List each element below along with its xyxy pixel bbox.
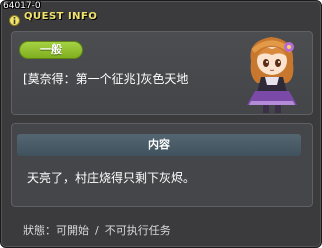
content-header: 内容: [17, 134, 301, 156]
status-separator: /: [95, 224, 99, 237]
quest-status: 狀態：可開始 / 不可执行任务: [23, 222, 171, 238]
info-icon: [9, 11, 20, 26]
npc-portrait: [237, 31, 307, 115]
quest-name: [莫奈得：第一个征兆]灰色天地: [23, 72, 189, 86]
quest-category-badge: 一般: [19, 41, 83, 59]
quest-description: 天亮了，村庄烧得只剩下灰烬。: [27, 171, 196, 185]
quest-id: 64017-0: [3, 1, 41, 11]
status-label: 狀態：: [23, 224, 56, 237]
window-title: QUEST INFO: [24, 11, 98, 22]
title-bar[interactable]: QUEST INFO: [9, 11, 98, 26]
status-value: 可開始: [56, 224, 89, 237]
status-availability: 不可执行任务: [104, 224, 171, 237]
quest-info-window: 64017-0 QUEST INFO 一般 [莫奈得：第一个征兆]灰色天地 内容…: [0, 0, 322, 248]
